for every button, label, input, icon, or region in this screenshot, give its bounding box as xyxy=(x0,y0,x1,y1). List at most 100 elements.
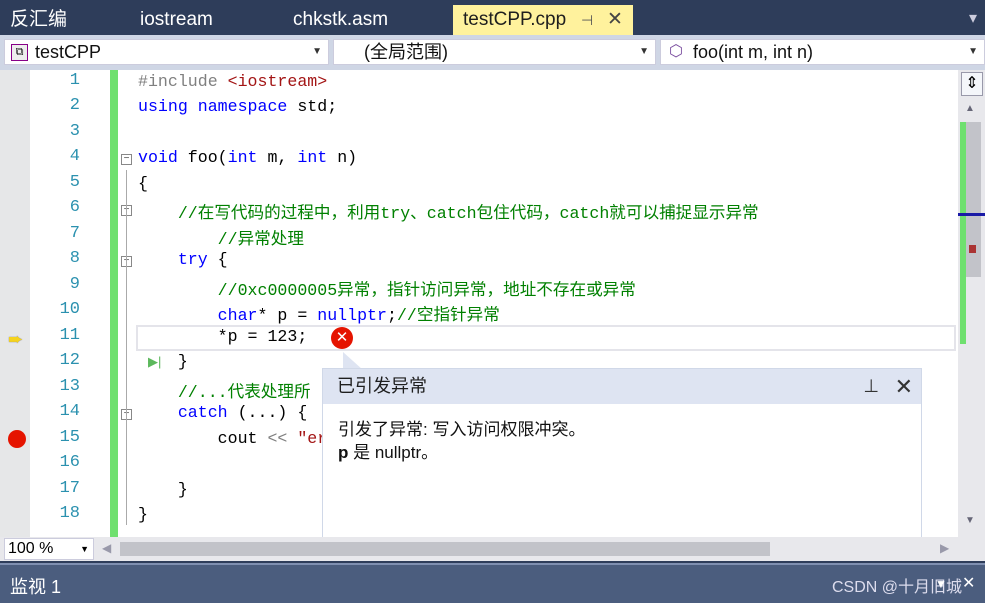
scope-dropdown[interactable]: (全局范围) ▼ xyxy=(333,39,656,65)
code-token: n) xyxy=(337,148,358,168)
project-dropdown[interactable]: ⧉ testCPP ▼ xyxy=(4,39,329,65)
line-number: 10 xyxy=(59,300,80,320)
indicator-margin[interactable] xyxy=(0,70,30,537)
hscroll-thumb[interactable] xyxy=(120,542,770,556)
line-number: 16 xyxy=(59,453,80,473)
exception-body: 引发了异常: 写入访问权限冲突。 p 是 nullptr。 xyxy=(323,404,921,478)
scroll-thumb[interactable] xyxy=(966,122,981,277)
tab-label: 反汇编 xyxy=(10,9,68,30)
breakpoint-icon[interactable] xyxy=(8,430,26,448)
code-token: } xyxy=(138,504,148,524)
watch-panel-header[interactable]: 监视 1 CSDN @十月旧城 ▼ ✕ xyxy=(0,563,985,603)
variable-name: p xyxy=(338,443,349,462)
code-editor[interactable]: 1 #include <iostream> 2 using namespace std… xyxy=(0,70,958,537)
exception-title: 已引发异常 xyxy=(337,376,427,396)
current-statement-arrow-icon: ➨ xyxy=(8,329,24,349)
tab-overflow-icon[interactable]: ▾ xyxy=(969,8,977,28)
method-icon: ⬡ xyxy=(669,43,683,60)
exception-message: 引发了异常: 写入访问权限冲突。 xyxy=(338,420,586,439)
code-token: foo( xyxy=(187,148,228,168)
tab-label: testCPP.cpp xyxy=(463,9,567,30)
code-token: //在写代码的过程中，利用try、catch包住代码，catch就可以捕捉显示异… xyxy=(138,204,759,224)
chevron-down-icon: ▼ xyxy=(312,46,322,57)
tab-testcpp[interactable]: testCPP.cpp ⊣ ✕ xyxy=(453,5,633,35)
code-line: try { xyxy=(138,250,228,269)
code-line: { xyxy=(138,174,148,193)
line-number: 3 xyxy=(69,121,80,141)
code-token: m, xyxy=(267,148,298,168)
code-token: { xyxy=(138,173,148,193)
chevron-down-icon: ▼ xyxy=(968,46,978,57)
line-number: 7 xyxy=(69,223,80,243)
scroll-down-icon[interactable]: ▼ xyxy=(965,515,975,526)
exception-header: 已引发异常 ⊥ ✕ xyxy=(323,369,921,404)
close-icon[interactable]: ✕ xyxy=(962,573,975,593)
dropdown-icon[interactable]: ▼ xyxy=(935,577,947,591)
watch-title: 监视 1 xyxy=(10,577,62,597)
line-number: 4 xyxy=(69,147,80,167)
change-tracking-bar xyxy=(110,70,118,537)
close-icon[interactable]: ✕ xyxy=(607,5,623,35)
member-name: foo(int m, int n) xyxy=(693,42,814,62)
line-number: 1 xyxy=(69,71,80,90)
code-token: int xyxy=(227,148,268,168)
code-line: //...代表处理所 xyxy=(138,378,311,402)
line-number: 17 xyxy=(59,478,80,498)
code-token: catch xyxy=(138,403,238,423)
code-token: } xyxy=(138,352,188,372)
line-number: 13 xyxy=(59,376,80,396)
run-to-click-icon[interactable]: ▶| xyxy=(148,354,161,370)
code-token: (...) { xyxy=(237,403,308,423)
scroll-right-icon[interactable]: ▶ xyxy=(940,541,949,555)
scroll-left-icon[interactable]: ◀ xyxy=(102,541,111,555)
close-icon[interactable]: ✕ xyxy=(895,369,913,404)
member-dropdown[interactable]: ⬡ foo(int m, int n) ▼ xyxy=(660,39,985,65)
error-icon: ✕ xyxy=(331,327,353,349)
caret-position-marker xyxy=(958,213,985,216)
line-number: 2 xyxy=(69,96,80,116)
code-token: <iostream> xyxy=(227,72,328,91)
navigation-bar: ⧉ testCPP ▼ (全局范围) ▼ ⬡ foo(int m, int n) ▼ xyxy=(0,35,985,70)
code-line: //0xc0000005异常，指针访问异常，地址不存在或异常 xyxy=(138,276,636,300)
tab-disassembly[interactable]: 反汇编 xyxy=(0,5,120,35)
code-token: //空指针异常 xyxy=(396,306,500,326)
code-line: //异常处理 xyxy=(138,225,304,249)
vertical-scrollbar[interactable]: ⇕ ▲ ▼ xyxy=(958,70,985,537)
pin-icon[interactable]: ⊣ xyxy=(581,5,593,35)
zoom-dropdown[interactable]: 100 % ▼ xyxy=(4,538,94,560)
code-line: *p = 123; xyxy=(138,326,308,346)
pin-icon[interactable]: ⊥ xyxy=(863,369,879,404)
code-token: #include xyxy=(138,72,228,91)
code-token: *p = 123; xyxy=(138,326,308,346)
code-token: std; xyxy=(297,97,338,117)
code-token: //异常处理 xyxy=(138,229,304,249)
line-number: 9 xyxy=(69,274,80,294)
line-number: 5 xyxy=(69,172,80,192)
project-icon: ⧉ xyxy=(11,44,28,61)
code-line: #include <iostream> xyxy=(138,72,327,91)
code-token: nullptr xyxy=(317,306,387,326)
tab-label: iostream xyxy=(140,9,213,30)
code-token: { xyxy=(217,250,228,270)
code-token: //0xc0000005异常，指针访问异常，地址不存在或异常 xyxy=(138,280,636,300)
code-line: //在写代码的过程中，利用try、catch包住代码，catch就可以捕捉显示异… xyxy=(138,199,759,223)
horizontal-scrollbar[interactable]: 100 % ▼ ◀ ▶ xyxy=(0,537,985,561)
code-token: void xyxy=(138,148,188,168)
line-number: 11 xyxy=(59,325,80,345)
line-number: 6 xyxy=(69,198,80,218)
code-token: int xyxy=(297,148,338,168)
outline-guide xyxy=(126,170,127,525)
tab-label: chkstk.asm xyxy=(293,9,389,30)
line-number: 8 xyxy=(69,249,80,269)
code-token: cout xyxy=(138,428,268,448)
collapse-toggle[interactable]: − xyxy=(121,154,132,166)
scroll-up-icon[interactable]: ▲ xyxy=(965,103,975,114)
split-icon[interactable]: ⇕ xyxy=(961,72,983,96)
project-name: testCPP xyxy=(35,42,102,62)
code-token: try xyxy=(138,250,218,270)
tab-chkstk[interactable]: chkstk.asm xyxy=(283,5,443,35)
code-token: } xyxy=(138,479,188,499)
tab-iostream[interactable]: iostream xyxy=(130,5,270,35)
detail-text: 是 nullptr。 xyxy=(348,443,439,462)
code-token: using namespace xyxy=(138,97,298,117)
